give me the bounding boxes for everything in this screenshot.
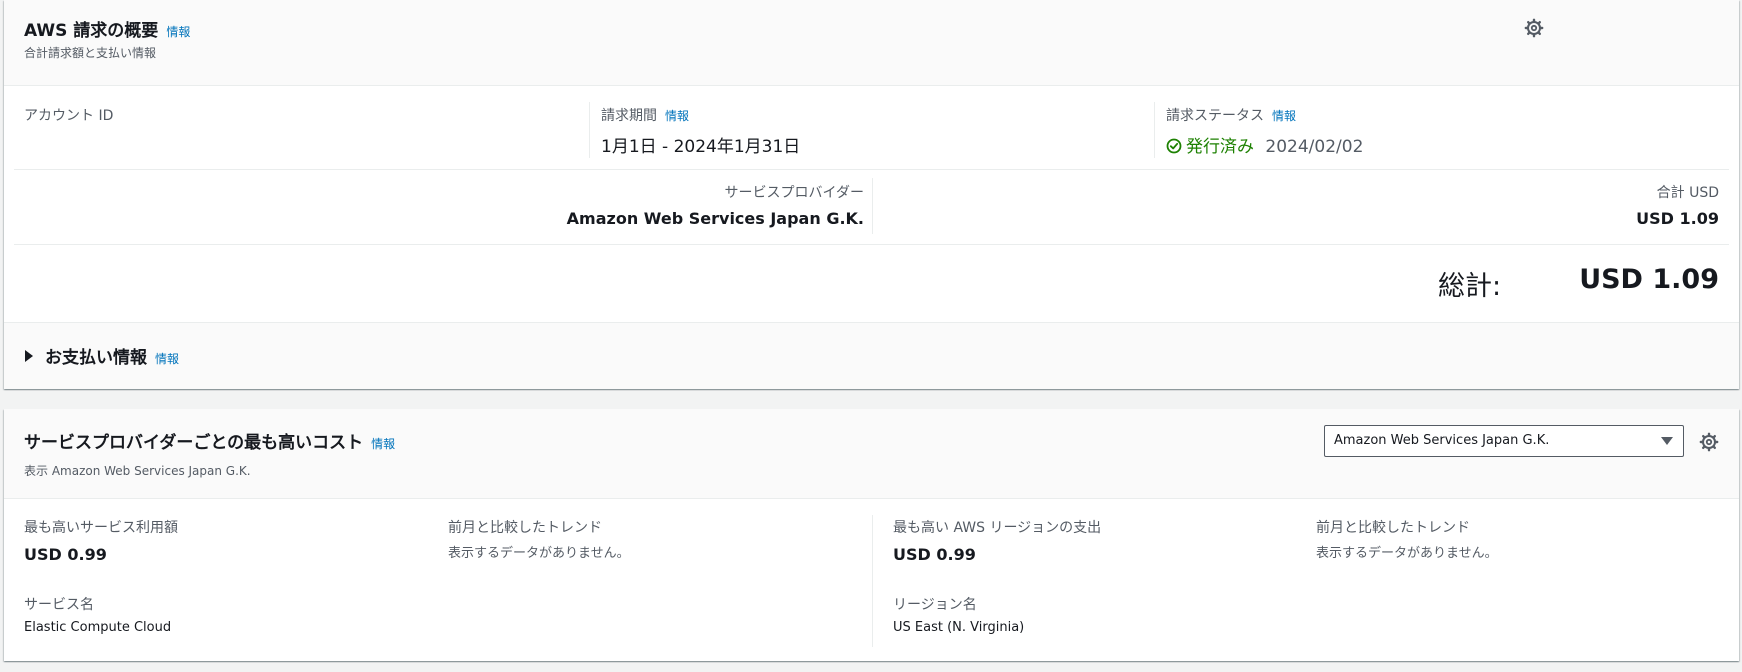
divider (872, 178, 873, 234)
total-usd-value: USD 1.09 (1636, 209, 1719, 228)
divider (872, 515, 873, 647)
service-provider-label: サービスプロバイダー (724, 185, 864, 201)
highest-region-spend-label: 最も高い AWS リージョンの支出 (893, 520, 1102, 536)
billing-summary-subtitle: 合計請求額と支払い情報 (24, 46, 157, 60)
region-name-value: US East (N. Virginia) (893, 620, 1025, 635)
status-date: 2024/02/02 (1265, 137, 1364, 157)
account-id-label: アカウント ID (24, 108, 114, 124)
billing-summary-title: AWS 請求の概要 情報 (24, 21, 191, 41)
top-costs-title: サービスプロバイダーごとの最も高いコスト 情報 (24, 433, 396, 453)
grand-total-label: 総計: (1438, 271, 1502, 302)
payment-info-link[interactable]: 情報 (155, 352, 179, 366)
top-costs-subtitle: 表示 Amazon Web Services Japan G.K. (24, 464, 251, 478)
highest-region-spend-value: USD 0.99 (893, 545, 976, 564)
billing-period-label: 請求期間 情報 (601, 108, 690, 124)
caret-right-icon[interactable] (25, 350, 33, 362)
provider-select-value: Amazon Web Services Japan G.K. (1334, 433, 1550, 448)
status-info-link[interactable]: 情報 (1272, 109, 1296, 123)
billing-period-value: 1月1日 - 2024年1月31日 (601, 137, 801, 157)
top-costs-info-link[interactable]: 情報 (371, 437, 395, 451)
provider-select[interactable]: Amazon Web Services Japan G.K. (1324, 425, 1684, 457)
trend-label: 前月と比較したトレンド (1316, 520, 1470, 536)
trend-value: 表示するデータがありません。 (448, 546, 630, 561)
gear-icon[interactable] (1699, 432, 1719, 452)
top-costs-header: サービスプロバイダーごとの最も高いコスト 情報 表示 Amazon Web Ser… (4, 409, 1739, 499)
row-divider (14, 244, 1729, 245)
check-circle-icon (1166, 138, 1182, 154)
title-info-link[interactable]: 情報 (166, 25, 190, 39)
period-info-link[interactable]: 情報 (665, 109, 689, 123)
billing-status-label: 請求ステータス 情報 (1166, 108, 1297, 124)
service-provider-value: Amazon Web Services Japan G.K. (566, 209, 864, 228)
gear-icon[interactable] (1524, 18, 1544, 38)
region-name-label: リージョン名 (893, 597, 977, 613)
status-text: 発行済み (1186, 137, 1254, 157)
caret-down-icon (1661, 437, 1673, 445)
top-costs-panel: サービスプロバイダーごとの最も高いコスト 情報 表示 Amazon Web Ser… (4, 409, 1739, 661)
total-usd-label: 合計 USD (1656, 185, 1719, 201)
billing-status-value: 発行済み 2024/02/02 (1166, 132, 1363, 157)
grand-total-value: USD 1.09 (1579, 264, 1719, 295)
billing-summary-panel: AWS 請求の概要 情報 合計請求額と支払い情報 アカウント ID 請求期間 情報 … (4, 0, 1739, 389)
trend-label: 前月と比較したトレンド (448, 520, 602, 536)
row-divider (14, 169, 1729, 170)
payment-info-title[interactable]: お支払い情報 情報 (45, 343, 179, 368)
divider (1154, 102, 1155, 158)
service-name-value: Elastic Compute Cloud (24, 620, 172, 635)
billing-summary-header: AWS 請求の概要 情報 合計請求額と支払い情報 (4, 0, 1739, 86)
payment-info-section[interactable]: お支払い情報 情報 (4, 322, 1739, 389)
service-name-label: サービス名 (24, 597, 94, 613)
trend-value: 表示するデータがありません。 (1316, 546, 1498, 561)
highest-service-spend-value: USD 0.99 (24, 545, 107, 564)
divider (589, 102, 590, 158)
highest-service-spend-label: 最も高いサービス利用額 (24, 520, 178, 536)
